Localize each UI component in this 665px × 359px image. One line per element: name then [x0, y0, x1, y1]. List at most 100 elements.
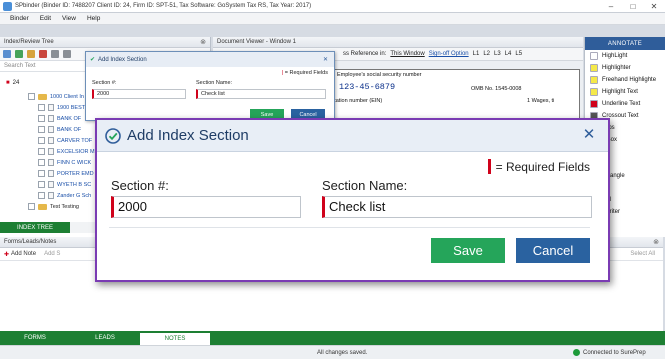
status-bar: All changes saved. Connected to SurePrep	[0, 345, 665, 359]
annotate-item[interactable]: HighLight	[585, 50, 665, 62]
maximize-icon[interactable]: □	[622, 0, 644, 13]
select-all-checkbox[interactable]: Select All	[630, 251, 655, 257]
tree-item[interactable]: FINN C WICK	[38, 157, 91, 168]
bottom-tabs: FORMS LEADS NOTES	[0, 331, 665, 345]
annotate-swatch-icon	[590, 52, 598, 60]
tree-item-checkbox[interactable]	[28, 93, 35, 100]
tree-item-checkbox[interactable]	[38, 148, 45, 155]
required-legend: | = Required Fields	[281, 70, 328, 76]
add-index-section-dialog-small: ✔ Add Index Section ✕ | = Required Field…	[85, 51, 335, 121]
tree-item[interactable]: 1000 Client In	[28, 91, 84, 102]
annotate-swatch-icon	[590, 64, 598, 72]
add-section-icon[interactable]	[15, 50, 23, 58]
tree-root-label: 24	[12, 80, 20, 86]
annotate-item[interactable]: Underline Text	[585, 98, 665, 110]
tree-item-checkbox[interactable]	[38, 181, 45, 188]
menu-binder[interactable]: Binder	[10, 15, 29, 22]
tree-root[interactable]: ■ 24	[6, 80, 19, 86]
tree-item[interactable]: WYETH B SC	[38, 179, 91, 190]
cross-ref-label: ss Reference in:	[343, 51, 387, 57]
pin-icon[interactable]: ⊗	[653, 238, 659, 246]
tree-item-label: BANK OF	[57, 115, 82, 122]
tree-item-checkbox[interactable]	[38, 192, 45, 199]
add-note-icon: ✚	[4, 251, 10, 258]
pin-icon[interactable]: ⊗	[200, 38, 206, 46]
minimize-icon[interactable]: –	[600, 0, 622, 13]
root-flag-icon: ■	[6, 80, 10, 86]
level-l1[interactable]: L1	[473, 51, 480, 57]
tree-item[interactable]: PORTER EMD	[38, 168, 94, 179]
signoff-link[interactable]: Sign-off Option	[429, 51, 469, 57]
tree-item-checkbox[interactable]	[38, 104, 45, 111]
annotate-item[interactable]: Freehand Highlighte	[585, 74, 665, 86]
tree-item[interactable]: Zander G Sch	[38, 190, 91, 201]
move-down-icon[interactable]	[63, 50, 71, 58]
cancel-button[interactable]: Cancel	[516, 238, 590, 263]
menu-help[interactable]: Help	[87, 15, 100, 22]
tab-index-tree[interactable]: INDEX TREE	[0, 222, 70, 233]
document-icon	[48, 104, 54, 111]
tree-item-checkbox[interactable]	[38, 115, 45, 122]
folder-icon[interactable]	[27, 50, 35, 58]
ssn-label: Employee's social security number	[337, 72, 422, 78]
tree-item-label: PORTER EMD	[57, 170, 94, 177]
close-icon[interactable]: ✕	[580, 126, 598, 144]
tree-item[interactable]: BANK OF	[38, 124, 81, 135]
wages-label: 1 Wages, ti	[527, 98, 555, 104]
add-index-section-dialog: Add Index Section ✕ = Required Fields Se…	[95, 118, 610, 282]
tab-leads[interactable]: LEADS	[70, 331, 140, 345]
tree-item-label: CARVER TOF	[57, 137, 93, 144]
tab-forms[interactable]: FORMS	[0, 331, 70, 345]
tree-item-label: FINN C WICK	[57, 159, 92, 166]
section-name-label: Section Name:	[196, 80, 233, 86]
tree-icon[interactable]	[3, 50, 11, 58]
tree-item-checkbox[interactable]	[28, 203, 35, 210]
move-up-icon[interactable]	[51, 50, 59, 58]
tree-item[interactable]: Test Testing	[28, 201, 79, 212]
close-icon[interactable]: ✕	[643, 0, 665, 13]
section-name-input[interactable]: Check list	[322, 196, 592, 218]
section-name-input[interactable]: Check list	[196, 89, 326, 99]
add-sticky-button[interactable]: Add S	[44, 251, 60, 257]
dialog-title: Add Index Section	[127, 127, 249, 144]
tree-item[interactable]: 1900 BEST	[38, 102, 85, 113]
tab-notes[interactable]: NOTES	[140, 331, 210, 345]
tree-item-checkbox[interactable]	[38, 159, 45, 166]
level-l2[interactable]: L2	[483, 51, 490, 57]
document-icon	[48, 148, 54, 155]
tree-item-checkbox[interactable]	[38, 170, 45, 177]
section-number-input[interactable]: 2000	[92, 89, 186, 99]
level-l4[interactable]: L4	[505, 51, 512, 57]
app-icon	[3, 1, 12, 11]
required-legend-text: = Required Fields	[495, 159, 590, 174]
annotate-item-label: Highlight Text	[602, 89, 638, 95]
document-icon	[48, 137, 54, 144]
section-number-label: Section #:	[92, 80, 117, 86]
menu-view[interactable]: View	[62, 15, 76, 22]
section-number-input[interactable]: 2000	[111, 196, 301, 218]
annotate-swatch-icon	[590, 76, 598, 84]
annotate-item[interactable]: Highlighter	[585, 62, 665, 74]
annotate-item-label: Underline Text	[602, 101, 641, 107]
tree-item-checkbox[interactable]	[38, 126, 45, 133]
annotate-swatch-icon	[590, 88, 598, 96]
tree-item[interactable]: BANK OF	[38, 113, 81, 124]
menu-edit[interactable]: Edit	[40, 15, 51, 22]
tree-item-label: EXCELSIOR M	[57, 148, 95, 155]
level-l5[interactable]: L5	[515, 51, 522, 57]
delete-icon[interactable]	[39, 50, 47, 58]
save-button[interactable]: Save	[431, 238, 505, 263]
annotate-header: ANNOTATE	[585, 37, 665, 50]
annotate-item[interactable]: Highlight Text	[585, 86, 665, 98]
document-icon	[48, 181, 54, 188]
tree-item[interactable]: CARVER TOF	[38, 135, 92, 146]
add-note-button[interactable]: Add Note	[11, 251, 36, 257]
close-icon[interactable]: ✕	[323, 56, 328, 63]
folder-icon	[38, 203, 47, 210]
tree-item-checkbox[interactable]	[38, 137, 45, 144]
level-l3[interactable]: L3	[494, 51, 501, 57]
index-panel-title: Index/Review Tree	[4, 39, 54, 45]
tree-item[interactable]: EXCELSIOR M	[38, 146, 95, 157]
document-icon	[48, 170, 54, 177]
cross-ref-select[interactable]: This Window	[390, 51, 424, 57]
